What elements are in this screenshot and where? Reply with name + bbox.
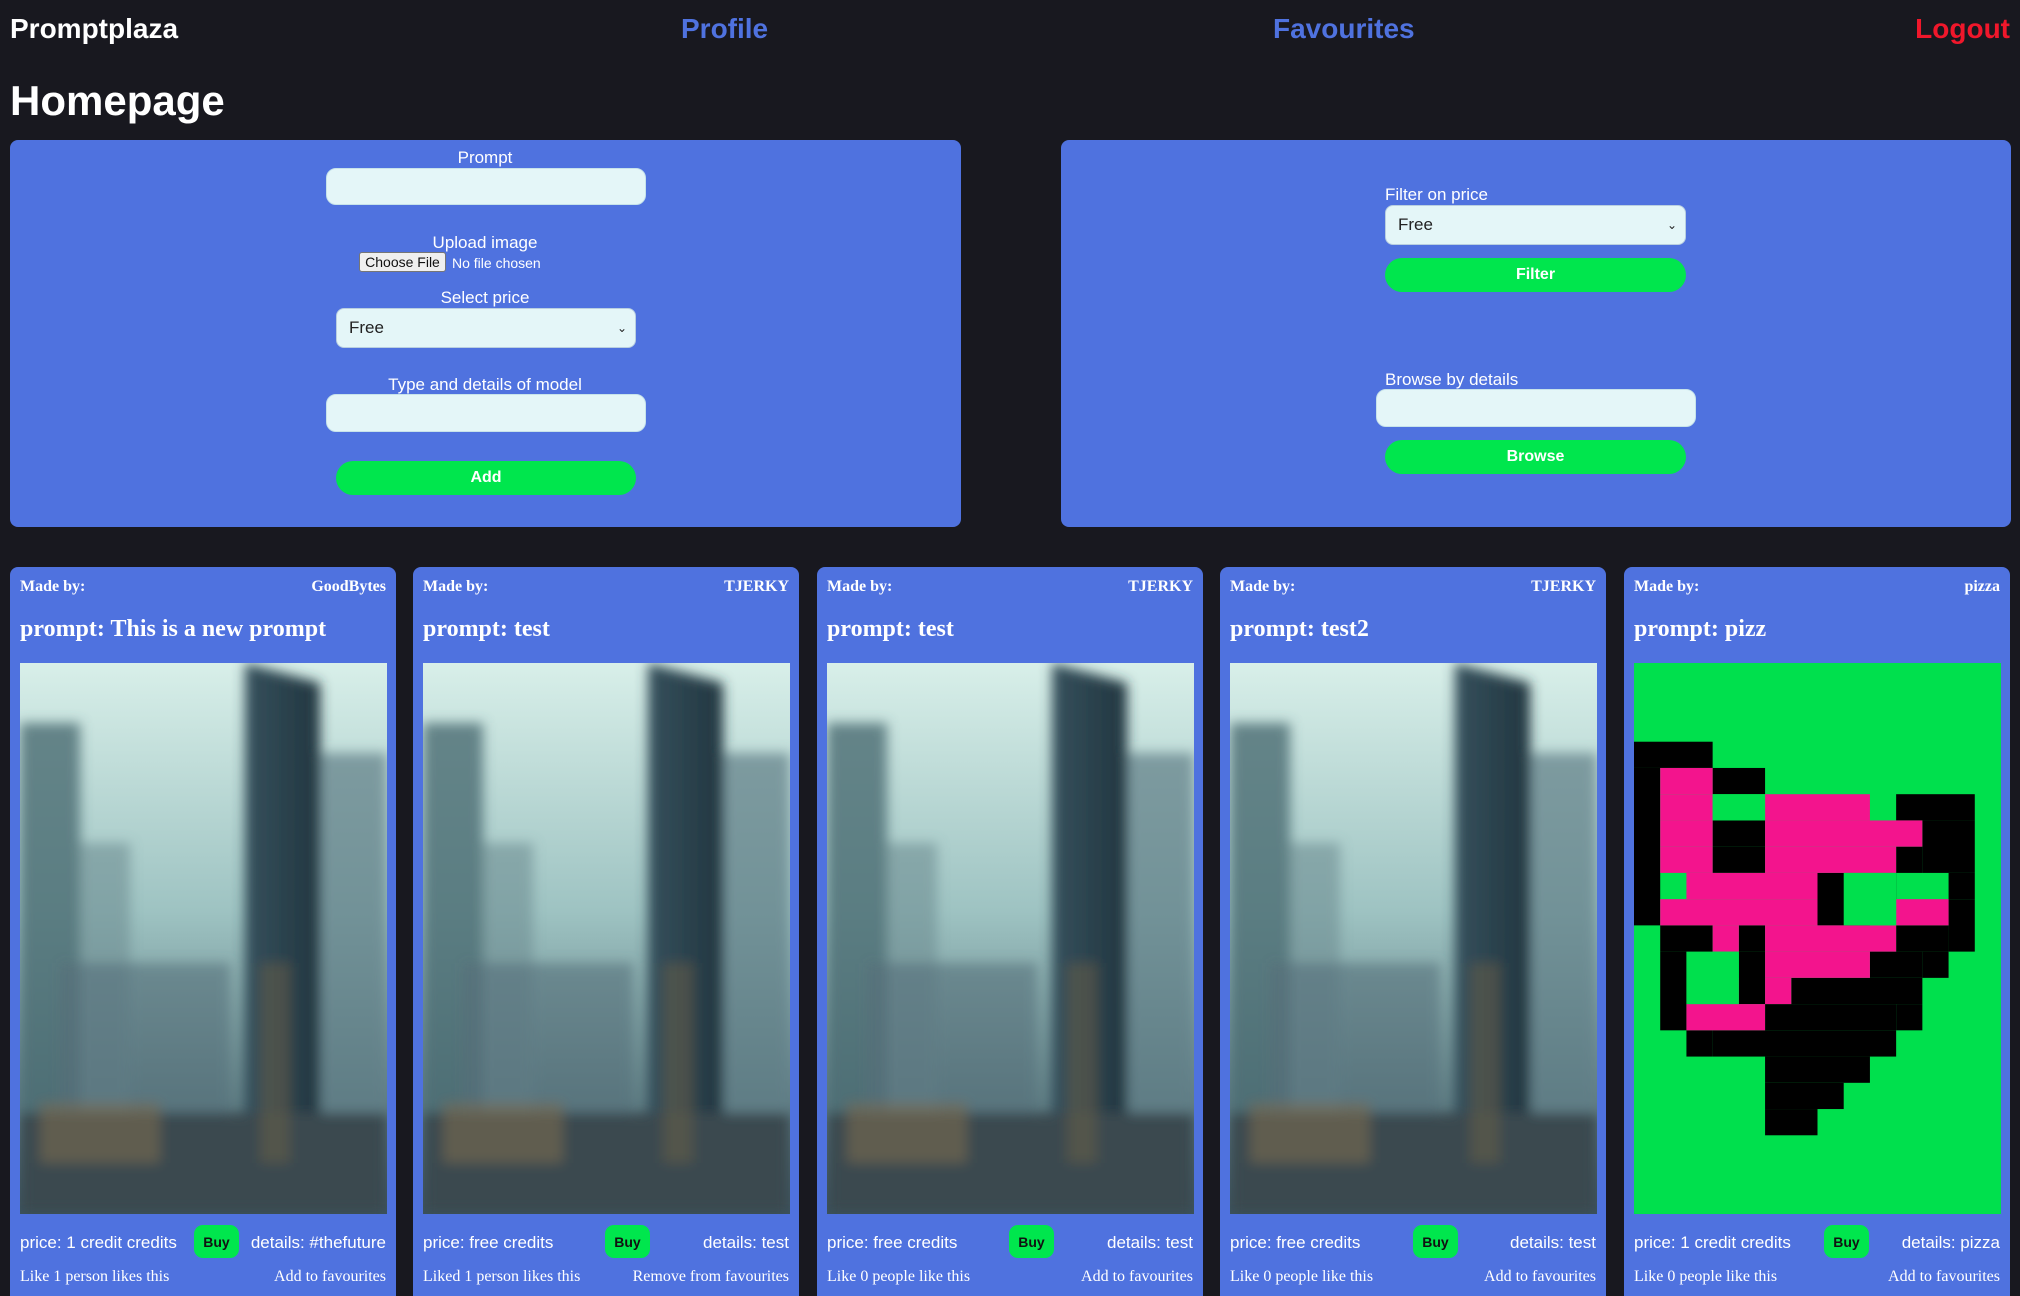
author-name: TJERKY: [724, 578, 789, 595]
city-skyscrapers-image: [827, 663, 1194, 1214]
favourite-link[interactable]: Add to favourites: [1888, 1268, 2000, 1286]
prompt-text: prompt: test: [827, 616, 954, 642]
city-skyscrapers-image: [1230, 663, 1597, 1214]
brand-logo[interactable]: Promptplaza: [10, 13, 178, 45]
filter-select-value: Free: [1398, 215, 1433, 234]
made-by-label: Made by:: [423, 578, 489, 595]
made-by-label: Made by:: [20, 578, 86, 595]
browse-details-label: Browse by details: [1385, 370, 1519, 389]
filter-panel: Filter on price Free ⌄ Filter Browse by …: [1061, 140, 2011, 527]
like-link[interactable]: Like 0 people like this: [1230, 1268, 1373, 1286]
pixel-pizza-image: [1634, 663, 2001, 1214]
buy-button[interactable]: Buy: [605, 1225, 650, 1258]
favourite-link[interactable]: Add to favourites: [274, 1268, 386, 1286]
prompt-text: prompt: pizz: [1634, 616, 1767, 642]
made-by-label: Made by:: [1634, 578, 1700, 595]
model-details-input[interactable]: [326, 394, 646, 432]
details-text: details: pizza: [1901, 1233, 2000, 1252]
author-name: TJERKY: [1128, 578, 1193, 595]
filter-price-select[interactable]: Free ⌄: [1385, 205, 1686, 245]
like-link[interactable]: Like 0 people like this: [827, 1268, 970, 1286]
prompt-input[interactable]: [326, 168, 646, 205]
made-by-label: Made by:: [1230, 578, 1296, 595]
buy-button[interactable]: Buy: [1009, 1225, 1054, 1258]
price-text: price: 1 credit credits: [20, 1233, 177, 1252]
filter-button[interactable]: Filter: [1385, 258, 1686, 292]
price-select[interactable]: Free ⌄: [336, 308, 636, 348]
upload-image-label: Upload image: [432, 233, 538, 252]
author-name: GoodBytes: [311, 578, 386, 595]
prompt-card: Made by: TJERKY prompt: test2 price: fre…: [1220, 567, 1606, 1296]
price-text: price: free credits: [827, 1233, 958, 1252]
like-link[interactable]: Like 0 people like this: [1634, 1268, 1777, 1286]
add-prompt-panel: Prompt Upload image Choose File No file …: [10, 140, 961, 527]
filter-price-label: Filter on price: [1385, 185, 1488, 204]
select-price-label: Select price: [440, 288, 530, 307]
page-title: Homepage: [10, 77, 225, 124]
details-text: details: #thefuture: [250, 1233, 386, 1252]
favourite-link[interactable]: Add to favourites: [1081, 1268, 1193, 1286]
buy-button[interactable]: Buy: [194, 1225, 239, 1258]
top-nav: Promptplaza Profile Favourites Logout: [0, 0, 2020, 60]
author-name: pizza: [1964, 578, 2000, 595]
chevron-down-icon: ⌄: [1666, 218, 1677, 232]
made-by-label: Made by:: [827, 578, 893, 595]
details-text: details: test: [1107, 1233, 1193, 1252]
add-button[interactable]: Add: [336, 461, 636, 495]
buy-button[interactable]: Buy: [1824, 1225, 1869, 1258]
prompt-text: prompt: test: [423, 616, 550, 642]
price-text: price: free credits: [423, 1233, 554, 1252]
nav-link-profile[interactable]: Profile: [681, 13, 768, 45]
details-text: details: test: [703, 1233, 789, 1252]
favourite-link[interactable]: Remove from favourites: [633, 1268, 789, 1286]
file-status-text: No file chosen: [452, 255, 541, 271]
model-details-label: Type and details of model: [388, 375, 582, 394]
prompt-text: prompt: test2: [1230, 616, 1369, 642]
nav-link-favourites[interactable]: Favourites: [1273, 13, 1415, 45]
like-link[interactable]: Like 1 person likes this: [20, 1268, 169, 1286]
author-name: TJERKY: [1531, 578, 1596, 595]
prompt-card: Made by: TJERKY prompt: test price: free…: [817, 567, 1203, 1296]
price-text: price: 1 credit credits: [1634, 1233, 1791, 1252]
city-skyscrapers-image: [20, 663, 387, 1214]
favourite-link[interactable]: Add to favourites: [1484, 1268, 1596, 1286]
details-text: details: test: [1510, 1233, 1596, 1252]
city-skyscrapers-image: [423, 663, 790, 1214]
browse-button[interactable]: Browse: [1385, 440, 1686, 474]
prompt-label: Prompt: [457, 148, 513, 167]
prompt-card: Made by: TJERKY prompt: test price: free…: [413, 567, 799, 1296]
like-link[interactable]: Liked 1 person likes this: [423, 1268, 580, 1286]
browse-details-input[interactable]: [1376, 389, 1696, 427]
prompt-card: Made by: pizza prompt: pizz price: 1 cre…: [1624, 567, 2010, 1296]
choose-file-button[interactable]: Choose File: [359, 252, 446, 272]
prompt-text: prompt: This is a new prompt: [20, 616, 327, 642]
price-text: price: free credits: [1230, 1233, 1361, 1252]
price-select-value: Free: [349, 318, 384, 337]
buy-button[interactable]: Buy: [1413, 1225, 1458, 1258]
prompt-card: Made by: GoodBytes prompt: This is a new…: [10, 567, 396, 1296]
chevron-down-icon: ⌄: [616, 321, 627, 335]
nav-link-logout[interactable]: Logout: [1915, 13, 2010, 45]
